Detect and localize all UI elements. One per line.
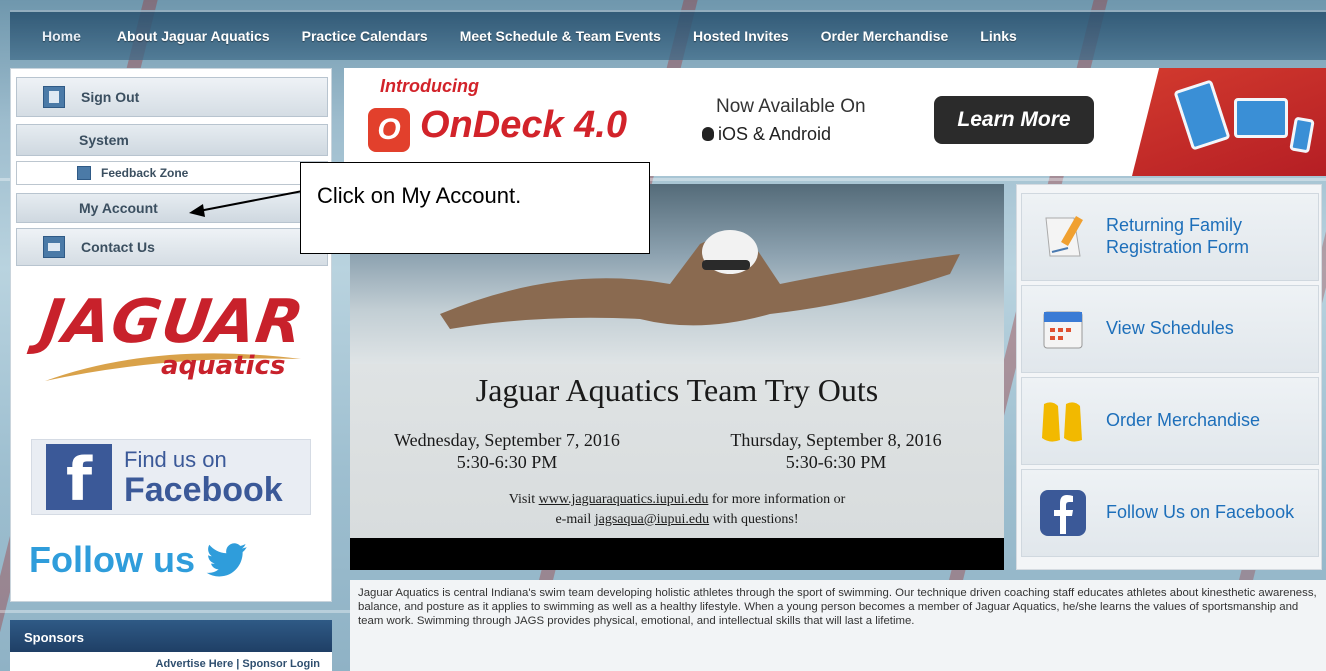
poster-day2: Thursday, September 8, 2016 5:30-6:30 PM [686, 430, 986, 474]
facebook-line2: Facebook [124, 471, 283, 509]
square-icon [77, 166, 91, 180]
system-label: System [79, 132, 129, 148]
facebook-badge[interactable]: f Find us on Facebook [31, 439, 311, 515]
poster-title: Jaguar Aquatics Team Try Outs [475, 372, 879, 408]
contact-us-label: Contact Us [81, 239, 155, 255]
sidebar: Sign Out System Feedback Zone My Account… [10, 68, 332, 602]
door-icon [43, 86, 65, 108]
banner-introducing: Introducing [380, 76, 479, 96]
swim-fins-icon [1042, 402, 1082, 442]
facebook-icon: f [46, 444, 112, 510]
facebook-line1: Find us on [124, 447, 227, 472]
feedback-zone-link[interactable]: Feedback Zone [16, 161, 328, 185]
nav-home[interactable]: Home [10, 28, 101, 44]
feedback-zone-label: Feedback Zone [101, 166, 189, 180]
poster-date1: Wednesday, September 7, 2016 [394, 430, 620, 450]
sponsors-links[interactable]: Advertise Here | Sponsor Login [156, 658, 320, 670]
sponsors-header: Sponsors [10, 620, 332, 652]
poster-email[interactable]: jagsaqua@iupui.edu [595, 512, 709, 527]
my-account-label: My Account [79, 200, 158, 216]
apple-icon [702, 127, 714, 141]
ondeck-banner[interactable]: Introducing O OnDeck 4.0 Now Available O… [344, 68, 1326, 176]
nav-meet-schedule[interactable]: Meet Schedule & Team Events [444, 28, 677, 44]
quick-link-merchandise-label: Order Merchandise [1106, 410, 1261, 431]
quick-link-registration[interactable]: Returning Family Registration Form [1021, 193, 1319, 281]
banner-platforms: iOS & Android [702, 124, 831, 145]
system-menu-item[interactable]: System [16, 124, 328, 156]
sign-out-button[interactable]: Sign Out [16, 77, 328, 117]
sponsors-panel: Sponsors Advertise Here | Sponsor Login [10, 620, 332, 671]
quick-link-registration-label: Returning Family Registration Form [1106, 215, 1250, 257]
tryouts-poster: Jaguar Aquatics Team Try Outs Wednesday,… [350, 364, 1004, 538]
poster-url[interactable]: www.jaguaraquatics.iupui.edu [539, 492, 709, 507]
logo-aquatics-text: aquatics [161, 351, 286, 381]
nav-order-merchandise[interactable]: Order Merchandise [805, 28, 965, 44]
main-nav: Home About Jaguar Aquatics Practice Cale… [10, 10, 1326, 60]
poster-info: Visit www.jaguaraquatics.iupui.edu for m… [350, 490, 1004, 529]
poster-info-pre: Visit [508, 492, 539, 507]
jaguar-aquatics-logo[interactable]: JAGUAR aquatics [36, 287, 311, 407]
quick-link-merchandise[interactable]: Order Merchandise [1021, 377, 1319, 465]
envelope-icon [43, 236, 65, 258]
banner-product-name: OnDeck 4.0 [420, 104, 627, 146]
banner-promo-image [1132, 68, 1326, 176]
contact-us-button[interactable]: Contact Us [16, 228, 328, 266]
learn-more-button[interactable]: Learn More [934, 96, 1094, 144]
banner-available-text: Now Available On [716, 96, 866, 117]
quick-link-schedules[interactable]: View Schedules [1021, 285, 1319, 373]
instruction-callout: Click on My Account. [300, 162, 650, 254]
quick-link-facebook-label: Follow Us on Facebook [1106, 502, 1295, 523]
poster-info-mid: for more information or [708, 492, 846, 507]
form-pencil-icon [1045, 216, 1083, 257]
nav-practice-calendars[interactable]: Practice Calendars [286, 28, 444, 44]
nav-hosted-invites[interactable]: Hosted Invites [677, 28, 805, 44]
quick-links-panel: Returning Family Registration Form View … [1016, 184, 1322, 570]
nav-links[interactable]: Links [964, 28, 1033, 44]
team-description: Jaguar Aquatics is central Indiana's swi… [350, 580, 1326, 671]
follow-us-twitter[interactable]: Follow us [29, 539, 249, 581]
poster-day1: Wednesday, September 7, 2016 5:30-6:30 P… [372, 430, 642, 474]
poster-date2: Thursday, September 8, 2016 [730, 430, 942, 450]
quick-link-facebook[interactable]: Follow Us on Facebook [1021, 469, 1319, 557]
sign-out-label: Sign Out [81, 89, 140, 105]
banner-platforms-label: iOS & Android [718, 124, 832, 144]
quick-link-schedules-label: View Schedules [1106, 318, 1234, 339]
calendar-icon [1043, 311, 1083, 349]
poster-time1: 5:30-6:30 PM [456, 451, 558, 472]
twitter-bird-icon [206, 543, 247, 577]
follow-us-label: Follow us [29, 539, 195, 580]
poster-info-pre2: e-mail [555, 511, 595, 527]
poster-time2: 5:30-6:30 PM [785, 451, 887, 472]
poster-info-post: with questions! [709, 511, 799, 527]
callout-arrow [189, 188, 314, 217]
ondeck-app-icon: O [368, 108, 410, 152]
facebook-icon [1040, 490, 1086, 536]
nav-about[interactable]: About Jaguar Aquatics [101, 28, 286, 44]
